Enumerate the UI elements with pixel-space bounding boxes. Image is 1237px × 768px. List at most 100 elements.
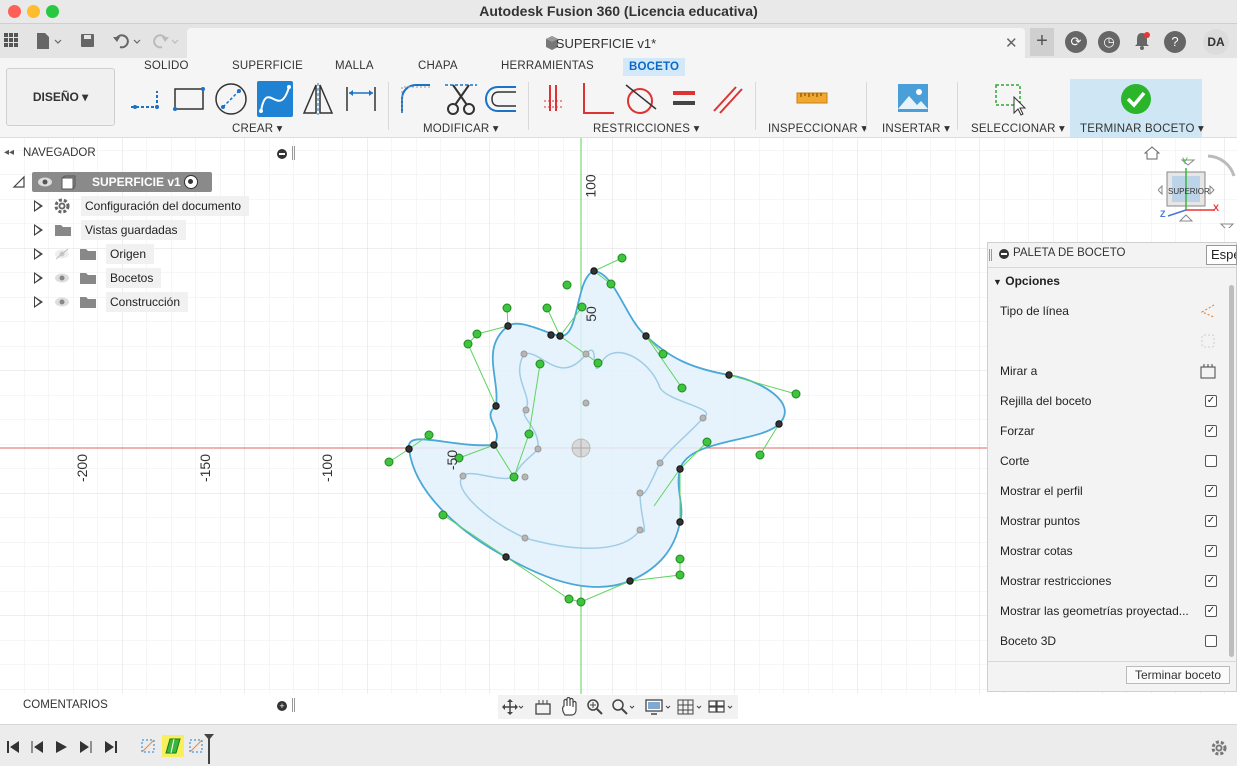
- spline-handle-point[interactable]: [524, 429, 534, 439]
- activate-radio-icon[interactable]: [184, 175, 198, 189]
- expand-triangle-icon[interactable]: [34, 272, 43, 284]
- job-status-icon[interactable]: ◷: [1098, 31, 1120, 53]
- grid-settings-icon[interactable]: [676, 698, 706, 719]
- palette-row-show-points[interactable]: Mostrar puntos ✓: [1000, 511, 1230, 531]
- visibility-eye-icon[interactable]: [37, 176, 53, 188]
- palette-row-sketch-grid[interactable]: Rejilla del boceto ✓: [1000, 391, 1230, 411]
- step-forward-icon[interactable]: [78, 740, 92, 757]
- spline-handle-point[interactable]: [702, 437, 712, 447]
- spline-handle-point[interactable]: [564, 594, 574, 604]
- show-projected-checkbox[interactable]: ✓: [1205, 605, 1217, 617]
- line-tool-icon[interactable]: [129, 81, 165, 117]
- inner-spline-point[interactable]: [582, 350, 590, 358]
- spline-handle-point[interactable]: [755, 450, 765, 460]
- spline-fit-point[interactable]: [725, 371, 733, 379]
- zoom-icon[interactable]: [586, 698, 604, 719]
- add-comment-icon[interactable]: +: [277, 701, 287, 711]
- look-at-icon[interactable]: [1200, 363, 1216, 379]
- design-workspace-dropdown[interactable]: DISEÑO ▾: [6, 68, 115, 126]
- spline-fit-point[interactable]: [676, 518, 684, 526]
- timeline-marker[interactable]: [203, 733, 215, 768]
- finish-sketch-button[interactable]: Terminar boceto: [1126, 666, 1230, 684]
- spline-fit-point[interactable]: [642, 332, 650, 340]
- spline-fit-point[interactable]: [590, 267, 598, 275]
- spline-fit-point[interactable]: [504, 322, 512, 330]
- perpendicular-constraint-icon[interactable]: [580, 81, 616, 117]
- tab-herramientas[interactable]: HERRAMIENTAS: [501, 60, 594, 76]
- tangent-constraint-icon[interactable]: [622, 81, 658, 117]
- spline-handle-point[interactable]: [472, 329, 482, 339]
- visibility-eye-icon[interactable]: [54, 272, 70, 284]
- spline-fit-point[interactable]: [775, 420, 783, 428]
- new-tab-button[interactable]: +: [1030, 28, 1054, 56]
- inner-spline-point[interactable]: [534, 445, 542, 453]
- palette-minimize-icon[interactable]: [999, 249, 1009, 259]
- inner-spline-point[interactable]: [521, 534, 529, 542]
- palette-row-show-dimensions[interactable]: Mostrar cotas ✓: [1000, 541, 1230, 561]
- palette-row-show-profile[interactable]: Mostrar el perfil ✓: [1000, 481, 1230, 501]
- orbit-icon[interactable]: [502, 698, 524, 719]
- comments-bar[interactable]: COMENTARIOS +: [0, 694, 295, 716]
- inner-spline-point[interactable]: [521, 473, 529, 481]
- snap-checkbox[interactable]: ✓: [1205, 425, 1217, 437]
- inner-spline-point[interactable]: [636, 489, 644, 497]
- expand-triangle-icon[interactable]: [34, 224, 43, 236]
- spline-fit-point[interactable]: [502, 553, 510, 561]
- tab-chapa[interactable]: CHAPA: [418, 60, 458, 76]
- modify-group-label[interactable]: MODIFICAR ▾: [423, 121, 499, 135]
- spline-fit-point[interactable]: [490, 441, 498, 449]
- select-group-label[interactable]: SELECCIONAR ▾: [971, 121, 1065, 135]
- go-to-end-icon[interactable]: [104, 740, 118, 757]
- navigator-minimize-icon[interactable]: [277, 149, 287, 159]
- hidden-eye-icon[interactable]: [54, 248, 70, 260]
- palette-row-line-type[interactable]: Tipo de línea: [1000, 301, 1230, 321]
- navigator-header[interactable]: ◂◂ NAVEGADOR: [0, 145, 295, 163]
- origin-point-icon[interactable]: [571, 438, 591, 458]
- navigator-item-sketches[interactable]: Bocetos: [30, 268, 260, 288]
- measure-tool-icon[interactable]: [794, 81, 830, 117]
- play-icon[interactable]: [54, 740, 68, 757]
- spline-handle-point[interactable]: [535, 359, 545, 369]
- go-to-start-icon[interactable]: [6, 740, 20, 757]
- palette-row-show-constraints[interactable]: Mostrar restricciones ✓: [1000, 571, 1230, 591]
- spline-handle-point[interactable]: [675, 570, 685, 580]
- sketch-3d-checkbox[interactable]: [1205, 635, 1217, 647]
- show-dimensions-checkbox[interactable]: ✓: [1205, 545, 1217, 557]
- parallel-constraint-icon[interactable]: [710, 81, 746, 117]
- spline-handle-point[interactable]: [675, 554, 685, 564]
- expand-triangle-icon[interactable]: [12, 175, 26, 189]
- collapse-navigator-icon[interactable]: ◂◂: [4, 147, 14, 158]
- spline-tool-icon[interactable]: [257, 81, 293, 117]
- show-points-checkbox[interactable]: ✓: [1205, 515, 1217, 527]
- fillet-tool-icon[interactable]: [398, 81, 434, 117]
- inner-spline-point[interactable]: [522, 406, 530, 414]
- spline-fit-point[interactable]: [492, 402, 500, 410]
- trim-tool-icon[interactable]: [443, 81, 479, 117]
- spline-handle-point[interactable]: [463, 339, 473, 349]
- navigator-root-row[interactable]: SUPERFICIE v1: [12, 172, 212, 192]
- slice-checkbox[interactable]: [1205, 455, 1217, 467]
- spline-handle-point[interactable]: [617, 253, 627, 263]
- spline-handle-point[interactable]: [576, 597, 586, 607]
- constraints-group-label[interactable]: RESTRICCIONES ▾: [593, 121, 700, 135]
- spline-handle-point[interactable]: [606, 279, 616, 289]
- inner-spline-point[interactable]: [636, 526, 644, 534]
- close-tab-icon[interactable]: ✕: [1005, 34, 1018, 52]
- options-section-header[interactable]: ▼ Opciones: [993, 274, 1060, 288]
- expand-triangle-icon[interactable]: [34, 296, 43, 308]
- equal-constraint-icon[interactable]: [667, 81, 703, 117]
- expand-triangle-icon[interactable]: [34, 248, 43, 260]
- timeline-settings-gear-icon[interactable]: [1210, 739, 1228, 760]
- tab-malla[interactable]: MALLA: [335, 60, 374, 76]
- notifications-icon[interactable]: [1133, 31, 1151, 54]
- inspect-group-label[interactable]: INSPECCIONAR ▾: [768, 121, 867, 135]
- palette-row-snap[interactable]: Forzar ✓: [1000, 421, 1230, 441]
- extensions-icon[interactable]: ⟳: [1065, 31, 1087, 53]
- undo-icon[interactable]: [112, 32, 142, 50]
- navigator-item-document-settings[interactable]: Configuración del documento: [30, 196, 260, 216]
- show-profile-checkbox[interactable]: ✓: [1205, 485, 1217, 497]
- construction-line-icon[interactable]: [1200, 303, 1216, 319]
- spline-fit-point[interactable]: [405, 445, 413, 453]
- circle-tool-icon[interactable]: [213, 81, 249, 117]
- inner-spline-point[interactable]: [656, 459, 664, 467]
